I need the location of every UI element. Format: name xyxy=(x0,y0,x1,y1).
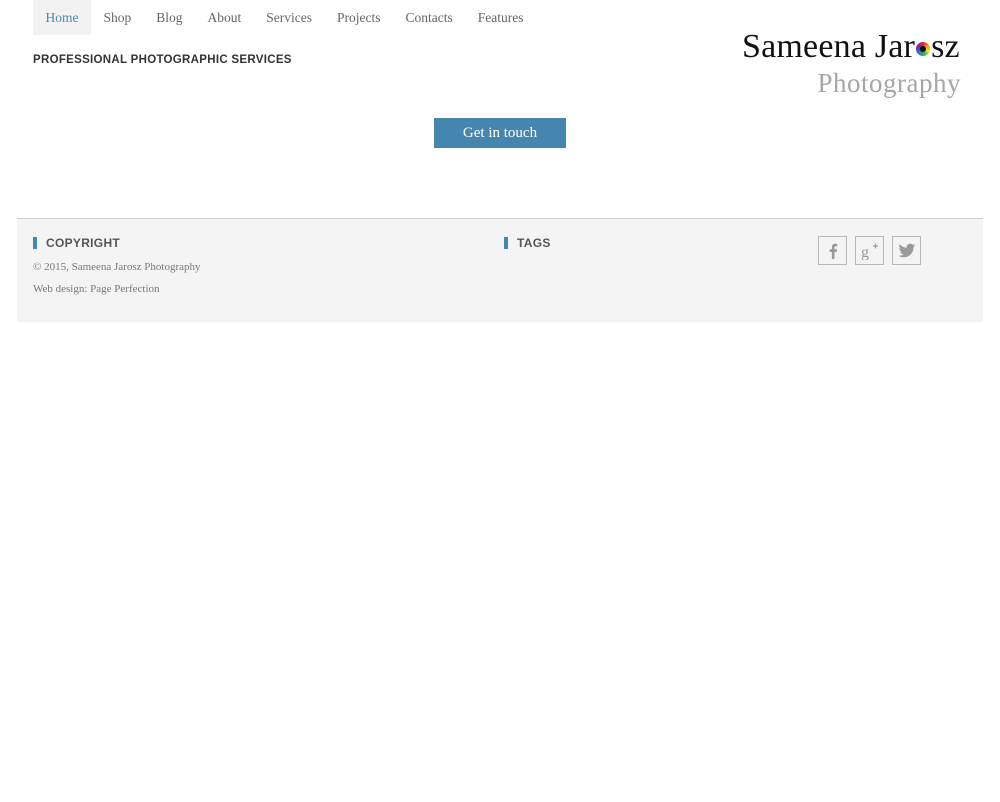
facebook-button[interactable] xyxy=(818,236,847,265)
google-plus-button[interactable]: g xyxy=(855,236,884,265)
nav-item-services[interactable]: Services xyxy=(254,0,325,35)
nav-item-blog[interactable]: Blog xyxy=(144,0,195,35)
nav-item-home[interactable]: Home xyxy=(33,0,91,35)
color-wheel-icon xyxy=(916,42,931,56)
facebook-icon xyxy=(829,243,837,259)
webdesign-credit[interactable]: Web design: Page Perfection xyxy=(33,283,160,295)
twitter-icon xyxy=(898,243,915,257)
logo-name-sz: sz xyxy=(931,28,960,65)
google-plus-icon: g xyxy=(861,243,878,260)
main-nav: Home Shop Blog About Services Projects C… xyxy=(33,0,536,35)
footer: COPYRIGHT © 2015, Sameena Jarosz Photogr… xyxy=(17,218,983,322)
twitter-button[interactable] xyxy=(892,236,921,265)
copyright-heading: COPYRIGHT xyxy=(33,236,120,250)
tags-heading: TAGS xyxy=(504,236,551,250)
social-links: g xyxy=(818,236,921,265)
nav-item-contacts[interactable]: Contacts xyxy=(393,0,465,35)
logo-name-first: Sameena J xyxy=(742,28,889,65)
tags-heading-label: TAGS xyxy=(517,236,551,250)
site-tagline: PROFESSIONAL PHOTOGRAPHIC SERVICES xyxy=(33,54,292,66)
nav-item-shop[interactable]: Shop xyxy=(91,0,144,35)
page: Home Shop Blog About Services Projects C… xyxy=(0,0,1000,802)
logo-name: Sameena Jar sz xyxy=(742,28,960,66)
nav-item-features[interactable]: Features xyxy=(465,0,536,35)
svg-text:g: g xyxy=(861,244,869,260)
get-in-touch-button[interactable]: Get in touch xyxy=(434,118,566,148)
logo-subtitle: Photography xyxy=(817,68,961,98)
site-logo[interactable]: Sameena Jar sz Photography xyxy=(742,28,967,106)
nav-item-projects[interactable]: Projects xyxy=(325,0,394,35)
heading-accent-bar xyxy=(33,237,37,249)
copyright-heading-label: COPYRIGHT xyxy=(46,236,121,250)
nav-item-about[interactable]: About xyxy=(195,0,254,35)
logo-name-ar: ar xyxy=(888,28,916,65)
copyright-text: © 2015, Sameena Jarosz Photography xyxy=(33,261,201,273)
heading-accent-bar xyxy=(504,237,508,249)
